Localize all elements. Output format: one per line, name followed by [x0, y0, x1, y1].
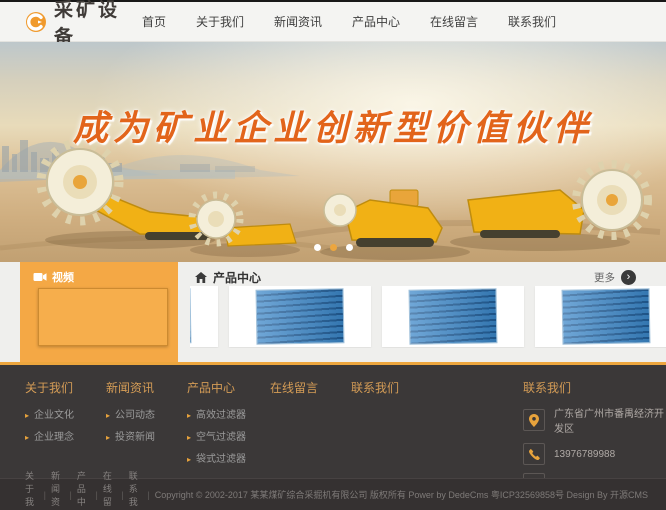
footer-column-title: 联系我们: [351, 379, 399, 396]
product-card-3[interactable]: [382, 286, 524, 347]
banner-scene: [0, 42, 666, 262]
bottom-link-separator: |: [95, 490, 97, 500]
banner-headline: 成为矿业企业创新型价值伙伴: [0, 100, 666, 151]
bottom-link-separator: |: [44, 490, 46, 500]
nav-item-5[interactable]: 在线留言: [430, 13, 478, 30]
product-image-3: [409, 288, 498, 345]
contact-phone: 13976789988: [554, 449, 615, 460]
footer-column-title: 新闻资讯: [106, 379, 155, 396]
footer-column-title: 产品中心: [187, 379, 246, 396]
more-link[interactable]: 更多: [594, 270, 615, 285]
footer-link[interactable]: 公司动态: [106, 405, 155, 427]
product-card-1[interactable]: [190, 286, 218, 347]
mining-machine-4: [450, 164, 648, 251]
product-image-2: [256, 288, 345, 345]
product-image-4: [562, 288, 651, 345]
video-panel-title: 视频: [52, 269, 74, 285]
bottom-link-separator: |: [70, 490, 72, 500]
nav-item-2[interactable]: 关于我们: [196, 13, 244, 30]
contact-address: 广东省广州市番禺经济开发区: [554, 405, 666, 435]
footer-column-4: 在线留言: [270, 379, 318, 405]
footer-link[interactable]: 企业理念: [25, 427, 74, 449]
contact-phone-row: 13976789988: [523, 443, 666, 465]
bottom-link-1[interactable]: 关于我们: [25, 469, 39, 510]
carousel-dot-1[interactable]: [314, 244, 321, 251]
bottom-link-separator: |: [147, 490, 149, 500]
bottom-bar: 关于我们|新闻资讯|产品中心|在线留言|联系我们| Copyright © 20…: [0, 478, 666, 510]
bottom-links: 关于我们 | 新闻资讯 | 产品中心 | 在线留言 | 联系我们 |: [25, 469, 155, 510]
footer-link[interactable]: 投资新闻: [106, 427, 155, 449]
carousel-dots: [0, 244, 666, 251]
nav-item-1[interactable]: 首页: [142, 13, 166, 30]
location-pin-icon: [523, 409, 545, 431]
contact-address-row: 广东省广州市番禺经济开发区: [523, 405, 666, 435]
footer-link[interactable]: 高效过滤器: [187, 405, 246, 427]
products-section: 产品中心 更多 ›: [185, 262, 666, 362]
home-icon: [195, 272, 207, 283]
nav-item-6[interactable]: 联系我们: [508, 13, 556, 30]
product-cards: [190, 286, 666, 347]
product-carousel: [190, 286, 666, 348]
bottom-link-3[interactable]: 产品中心: [77, 469, 91, 510]
products-title: 产品中心: [213, 269, 261, 286]
footer-column-2: 新闻资讯公司动态投资新闻: [106, 379, 155, 449]
footer-link[interactable]: 袋式过滤器: [187, 449, 246, 471]
hero-banner: 成为矿业企业创新型价值伙伴: [0, 42, 666, 262]
copyright: Copyright © 2002-2017 某某煤矿综合采掘机有限公司 版权所有…: [155, 488, 648, 501]
video-panel: 视频: [20, 262, 178, 362]
footer-column-3: 产品中心高效过滤器空气过滤器袋式过滤器: [187, 379, 246, 471]
product-card-4[interactable]: [535, 286, 666, 347]
nav-item-3[interactable]: 新闻资讯: [274, 13, 322, 30]
video-camera-icon: [33, 272, 47, 282]
footer-column-title: 在线留言: [270, 379, 318, 396]
mid-section: 视频 产品中心 更多 ›: [0, 262, 666, 362]
carousel-dot-2[interactable]: [330, 244, 337, 251]
main-nav: 首页 关于我们 新闻资讯 产品中心 在线留言 联系我们: [142, 13, 556, 30]
c-bolt-logo-icon: [25, 11, 47, 33]
product-image-1: [190, 288, 191, 345]
footer-column-5: 联系我们: [351, 379, 399, 405]
bottom-link-5[interactable]: 联系我们: [129, 469, 143, 510]
footer-link[interactable]: 空气过滤器: [187, 427, 246, 449]
bottom-link-2[interactable]: 新闻资讯: [51, 469, 65, 510]
contact-title: 联系我们: [523, 379, 666, 396]
carousel-dot-3[interactable]: [346, 244, 353, 251]
phone-icon: [523, 443, 545, 465]
product-card-2[interactable]: [229, 286, 371, 347]
footer-column-title: 关于我们: [25, 379, 74, 396]
site-header: 采矿设备 首页关于我们新闻资讯产品中心在线留言联系我们: [0, 2, 666, 42]
bottom-link-4[interactable]: 在线留言: [103, 469, 117, 510]
site-footer: 关于我们企业文化企业理念新闻资讯公司动态投资新闻产品中心高效过滤器空气过滤器袋式…: [0, 362, 666, 478]
footer-column-1: 关于我们企业文化企业理念: [25, 379, 74, 449]
more-arrow-icon[interactable]: ›: [621, 270, 636, 285]
video-placeholder[interactable]: [38, 288, 168, 346]
bottom-link-separator: |: [121, 490, 123, 500]
page-root: 采矿设备 首页关于我们新闻资讯产品中心在线留言联系我们: [0, 0, 666, 510]
nav-item-4[interactable]: 产品中心: [352, 13, 400, 30]
footer-link[interactable]: 企业文化: [25, 405, 74, 427]
